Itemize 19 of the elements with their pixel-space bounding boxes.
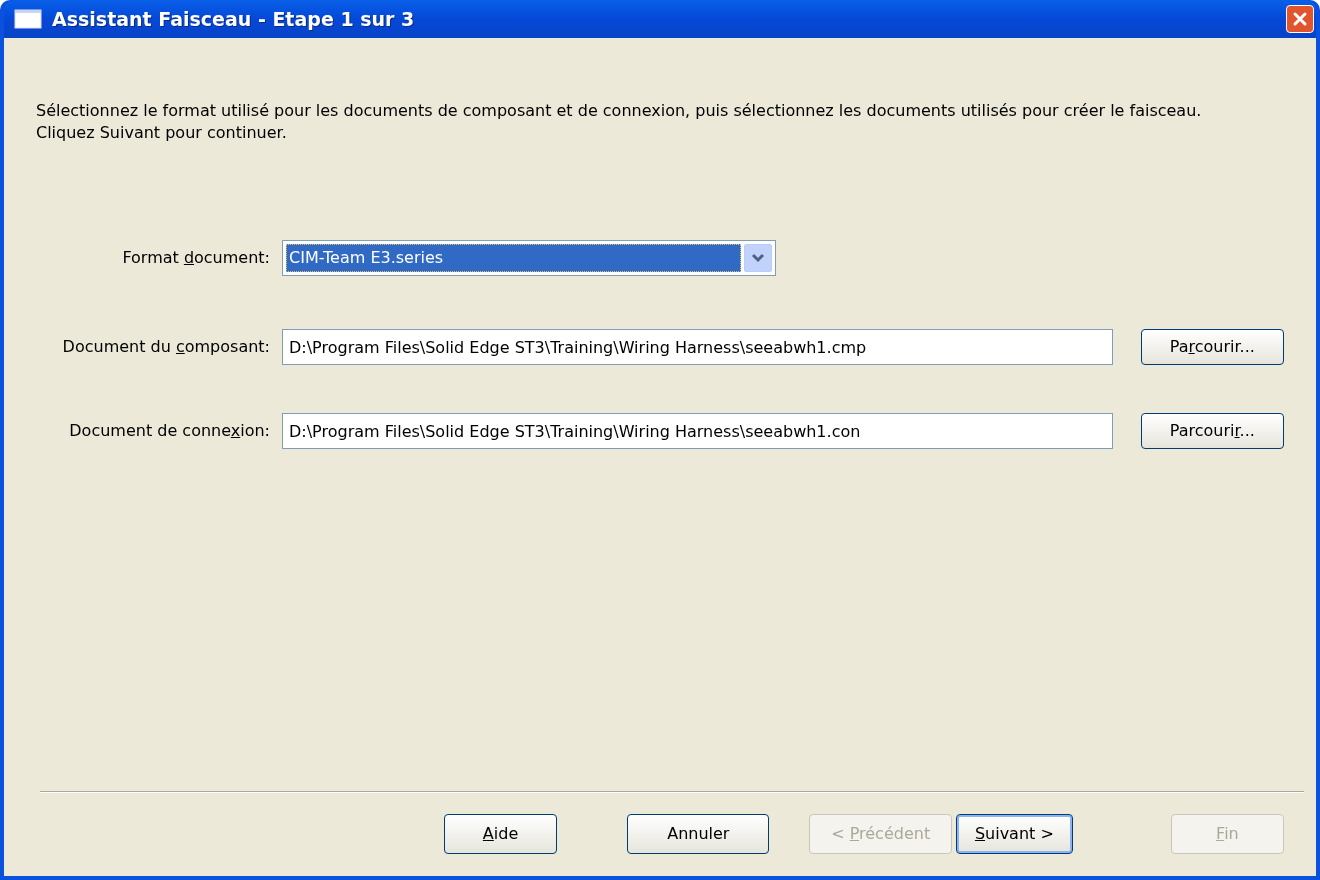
dialog-button[interactable]: Suivant > — [955, 814, 1073, 854]
path-field[interactable]: D:\Program Files\Solid Edge ST3\Training\Wiring Harness\seeabwh1.cmp — [282, 329, 1113, 365]
dropdown-value: CIM-Team E3.series — [286, 244, 741, 272]
window-title: Assistant Faisceau - Etape 1 sur 3 — [52, 6, 415, 32]
close-button[interactable] — [1286, 5, 1314, 33]
path-field[interactable]: D:\Program Files\Solid Edge ST3\Training\Wiring Harness\seeabwh1.con — [282, 413, 1113, 449]
dialog-button[interactable]: Aide — [444, 814, 558, 854]
field-label: Format document: — [121, 247, 271, 269]
instruction-text: Sélectionnez le format utilisé pour les documents de composant et de connexion, puis sélectionnez les documents utilisés pour créer le faisceau. Cliquez Suivant pour continuer. — [36, 100, 1203, 144]
browse-button[interactable]: Parcourir... — [1140, 329, 1284, 365]
field-label: Document du composant: — [61, 336, 271, 358]
field-label: Document de connexion: — [68, 420, 271, 442]
window-icon — [14, 9, 42, 29]
browse-button[interactable]: Parcourir... — [1140, 413, 1284, 449]
close-icon — [1292, 11, 1308, 27]
format-dropdown[interactable]: CIM-Team E3.series — [282, 240, 776, 276]
chevron-down-icon — [751, 253, 765, 263]
dropdown-arrow-button[interactable] — [744, 244, 772, 272]
dialog-button[interactable]: Annuler — [627, 814, 770, 854]
